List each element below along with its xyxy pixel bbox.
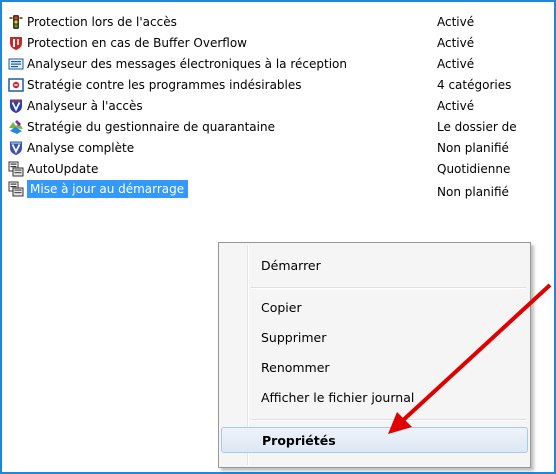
menu-item-properties[interactable]: Propriétés bbox=[221, 427, 528, 453]
item-status: Quotidienne bbox=[437, 162, 511, 176]
menu-item-copy[interactable]: Copier bbox=[221, 295, 528, 319]
item-name: Analyseur des messages électroniques à l… bbox=[27, 57, 347, 71]
item-name: Protection en cas de Buffer Overflow bbox=[27, 36, 247, 50]
list-item[interactable]: Protection lors de l'accès bbox=[8, 12, 177, 32]
menu-item-delete[interactable]: Supprimer bbox=[221, 325, 528, 349]
menu-separator bbox=[251, 419, 526, 421]
context-menu: Démarrer Copier Supprimer Renommer Affic… bbox=[218, 242, 531, 468]
item-status: Le dossier de bbox=[437, 120, 517, 134]
item-status: Activé bbox=[437, 36, 475, 50]
item-status: 4 catégories bbox=[437, 78, 512, 92]
list-item[interactable]: AutoUpdate bbox=[8, 159, 98, 179]
item-name: Analyse complète bbox=[27, 141, 135, 155]
item-status: Non planifié bbox=[437, 185, 509, 199]
quarantine-icon bbox=[8, 119, 24, 135]
traffic-light-icon bbox=[8, 14, 24, 30]
list-item[interactable]: Analyseur à l'accès bbox=[8, 96, 143, 116]
item-status: Non planifié bbox=[437, 141, 509, 155]
shield-v-icon bbox=[8, 98, 24, 114]
email-scanner-icon bbox=[8, 56, 24, 72]
autoupdate-icon bbox=[8, 181, 24, 197]
list-item[interactable]: Analyse complète bbox=[8, 138, 134, 158]
list-item-selected[interactable]: Mise à jour au démarrage bbox=[8, 179, 189, 199]
list-item[interactable]: Analyseur des messages électroniques à l… bbox=[8, 54, 347, 74]
item-name: Mise à jour au démarrage bbox=[27, 180, 189, 198]
item-name: Stratégie contre les programmes indésira… bbox=[27, 78, 302, 92]
list-item[interactable]: Protection en cas de Buffer Overflow bbox=[8, 33, 247, 53]
shield-v-icon bbox=[8, 140, 24, 156]
item-status: Activé bbox=[437, 57, 475, 71]
unwanted-programs-icon bbox=[8, 77, 24, 93]
menu-separator bbox=[251, 287, 526, 289]
item-name: Protection lors de l'accès bbox=[27, 15, 177, 29]
menu-item-show-log[interactable]: Afficher le fichier journal bbox=[221, 385, 528, 409]
item-name: Stratégie du gestionnaire de quarantaine bbox=[27, 120, 275, 134]
menu-item-start[interactable]: Démarrer bbox=[221, 253, 528, 277]
item-name: Analyseur à l'accès bbox=[27, 99, 143, 113]
item-status: Activé bbox=[437, 99, 475, 113]
red-shield-icon bbox=[8, 35, 24, 51]
item-name: AutoUpdate bbox=[27, 162, 99, 176]
item-status: Activé bbox=[437, 15, 475, 29]
autoupdate-icon bbox=[8, 161, 24, 177]
list-item[interactable]: Stratégie du gestionnaire de quarantaine bbox=[8, 117, 275, 137]
list-item[interactable]: Stratégie contre les programmes indésira… bbox=[8, 75, 302, 95]
menu-item-rename[interactable]: Renommer bbox=[221, 355, 528, 379]
